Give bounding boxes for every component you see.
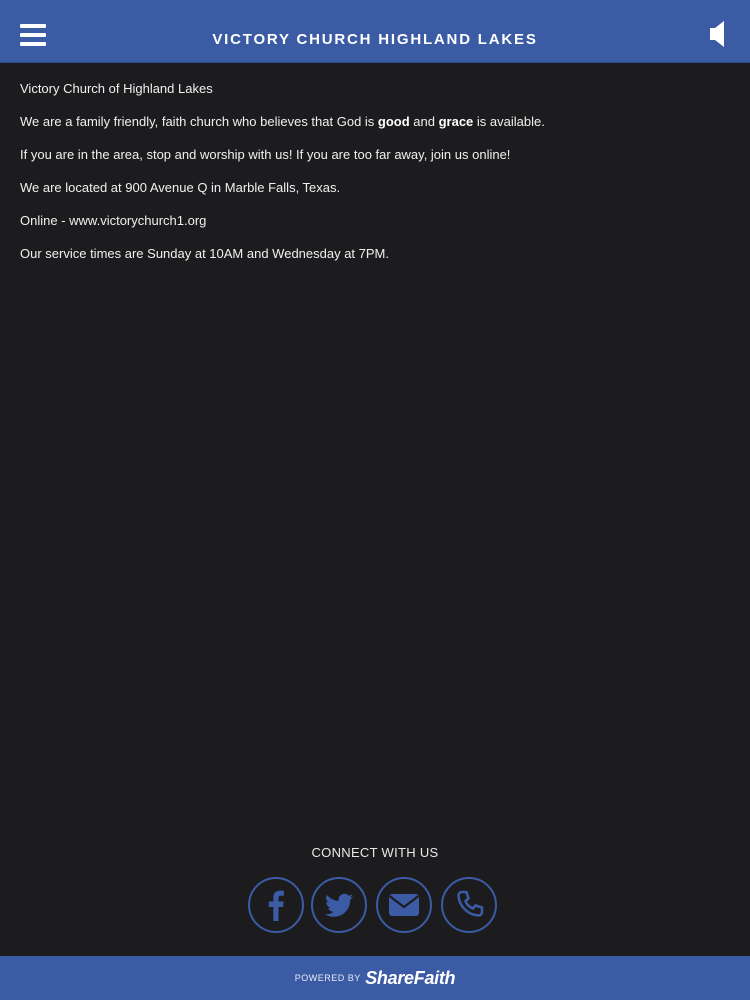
grace-emphasis: grace (438, 114, 474, 129)
hamburger-menu-icon (20, 24, 46, 28)
facebook-button[interactable] (248, 877, 304, 933)
location-text: We are located at 900 Avenue Q in Marble… (20, 180, 341, 195)
powered-by[interactable]: POWERED BY ShareFaith (0, 956, 750, 1000)
social-links (0, 877, 750, 935)
powered-by-label: POWERED BY (294, 973, 361, 983)
footer: POWERED BY ShareFaith (0, 956, 750, 1000)
service-times-text: Our service times are Sunday at 10AM and… (20, 246, 389, 261)
email-icon (388, 894, 420, 916)
belief-text: We are a family friendly, faith church w… (20, 114, 545, 129)
twitter-icon (324, 893, 353, 917)
twitter-button[interactable] (311, 877, 367, 933)
main-content: Victory Church of Highland Lakes We are … (20, 80, 720, 278)
sharefaith-logo: ShareFaith (365, 968, 456, 988)
invitation-text: If you are in the area, stop and worship… (20, 147, 511, 162)
church-name-text: Victory Church of Highland Lakes (20, 81, 213, 96)
menu-button[interactable] (14, 18, 52, 48)
speaker-icon (710, 21, 724, 47)
website-text: Online - www.victorychurch1.org (20, 213, 207, 228)
good-emphasis: good (377, 114, 410, 129)
email-button[interactable] (376, 877, 432, 933)
phone-button[interactable] (441, 877, 497, 933)
app-header: VICTORY CHURCH HIGHLAND LAKES (0, 0, 750, 63)
phone-icon (457, 890, 484, 917)
audio-button[interactable] (700, 18, 736, 50)
facebook-icon (268, 890, 284, 921)
connect-title: CONNECT WITH US (311, 845, 439, 860)
page-title: VICTORY CHURCH HIGHLAND LAKES (212, 31, 538, 48)
